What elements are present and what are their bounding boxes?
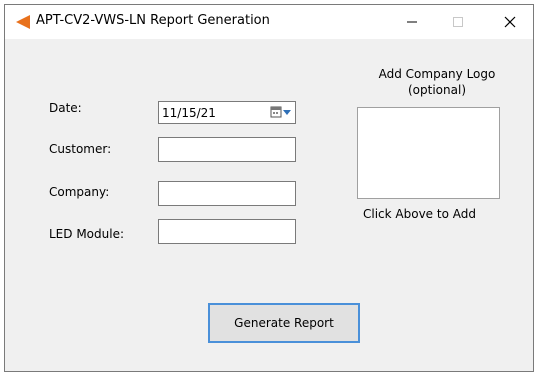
date-picker[interactable]: 11/15/21	[158, 101, 296, 124]
company-label: Company:	[49, 185, 110, 199]
logo-title-line2: (optional)	[408, 83, 466, 97]
led-module-label: LED Module:	[49, 227, 124, 241]
customer-label: Customer:	[49, 142, 112, 156]
generate-report-button[interactable]: Generate Report	[208, 303, 360, 343]
maximize-button[interactable]	[435, 5, 481, 39]
date-value: 11/15/21	[162, 106, 216, 120]
calendar-dropdown-icon[interactable]	[270, 105, 292, 120]
logo-picture-box[interactable]	[357, 107, 500, 199]
minimize-icon	[407, 21, 417, 23]
maximize-icon	[453, 17, 463, 27]
logo-hint: Click Above to Add	[363, 207, 476, 221]
date-label: Date:	[49, 101, 82, 115]
report-generation-window: APT-CV2-VWS-LN Report Generation Date: 1…	[4, 4, 534, 372]
minimize-button[interactable]	[389, 5, 435, 39]
logo-title-line1: Add Company Logo	[378, 67, 496, 81]
company-field[interactable]	[158, 181, 296, 206]
logo-title: Add Company Logo (optional)	[357, 66, 517, 98]
title-bar[interactable]: APT-CV2-VWS-LN Report Generation	[5, 5, 533, 39]
close-button[interactable]	[487, 5, 533, 39]
window-title: APT-CV2-VWS-LN Report Generation	[36, 13, 270, 28]
customer-field[interactable]	[158, 137, 296, 162]
led-module-field[interactable]	[158, 219, 296, 244]
close-icon	[504, 16, 516, 28]
app-arrow-icon	[16, 15, 30, 29]
